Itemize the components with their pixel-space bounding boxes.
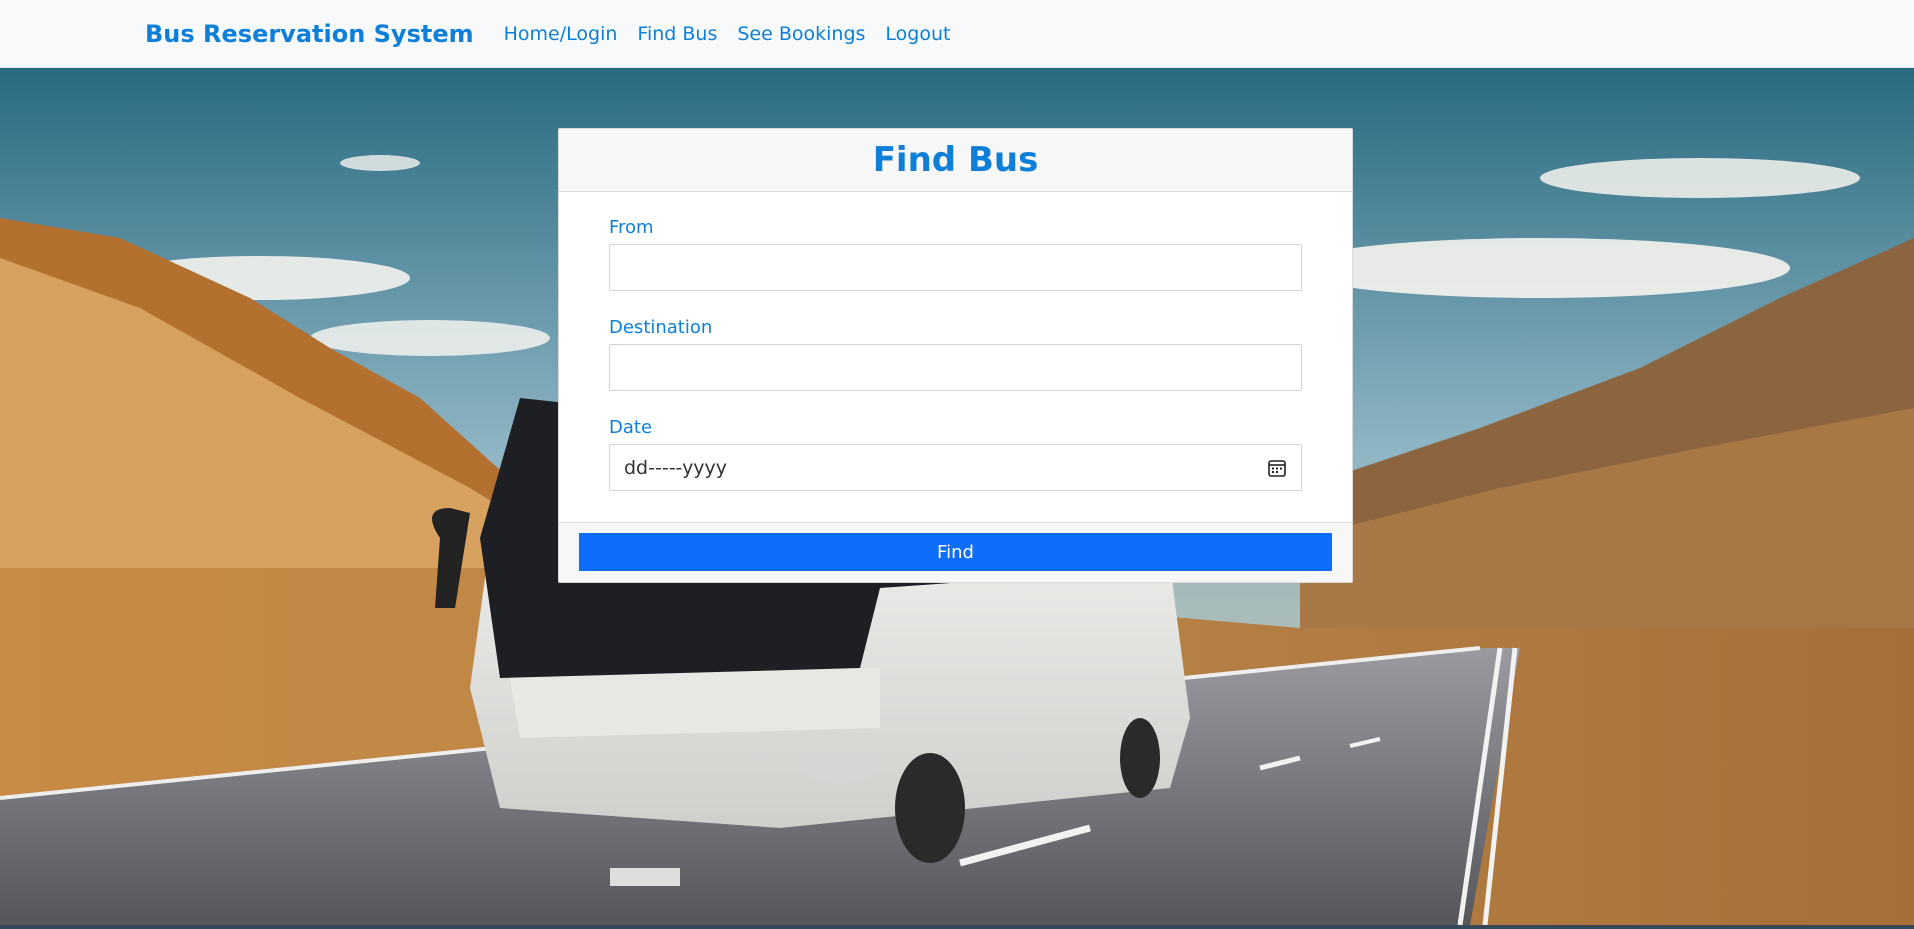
nav-find-bus[interactable]: Find Bus	[637, 23, 717, 45]
brand-link[interactable]: Bus Reservation System	[145, 20, 474, 48]
date-value: dd-----yyyy	[624, 456, 728, 479]
card-body: From Destination Date dd-----yyyy	[559, 192, 1352, 523]
page-title: Find Bus	[872, 140, 1039, 180]
from-label: From	[609, 217, 654, 238]
date-input[interactable]: dd-----yyyy	[609, 444, 1302, 491]
from-input[interactable]	[609, 244, 1302, 291]
nav-home-login[interactable]: Home/Login	[504, 23, 618, 45]
destination-label: Destination	[609, 317, 713, 338]
window-bottom-border	[0, 925, 1914, 929]
find-bus-card: Find Bus From Destination Date dd-----yy…	[558, 128, 1353, 583]
date-field-group: Date dd-----yyyy	[609, 417, 1302, 491]
nav-logout[interactable]: Logout	[885, 23, 950, 45]
from-field-group: From	[609, 217, 1302, 291]
navbar: Bus Reservation System Home/Login Find B…	[0, 0, 1914, 68]
destination-input[interactable]	[609, 344, 1302, 391]
card-footer: Find	[559, 522, 1352, 582]
nav-see-bookings[interactable]: See Bookings	[737, 23, 865, 45]
find-button[interactable]: Find	[579, 533, 1332, 571]
destination-field-group: Destination	[609, 317, 1302, 391]
calendar-icon[interactable]	[1267, 458, 1287, 478]
card-header: Find Bus	[559, 129, 1352, 192]
date-label: Date	[609, 417, 653, 438]
